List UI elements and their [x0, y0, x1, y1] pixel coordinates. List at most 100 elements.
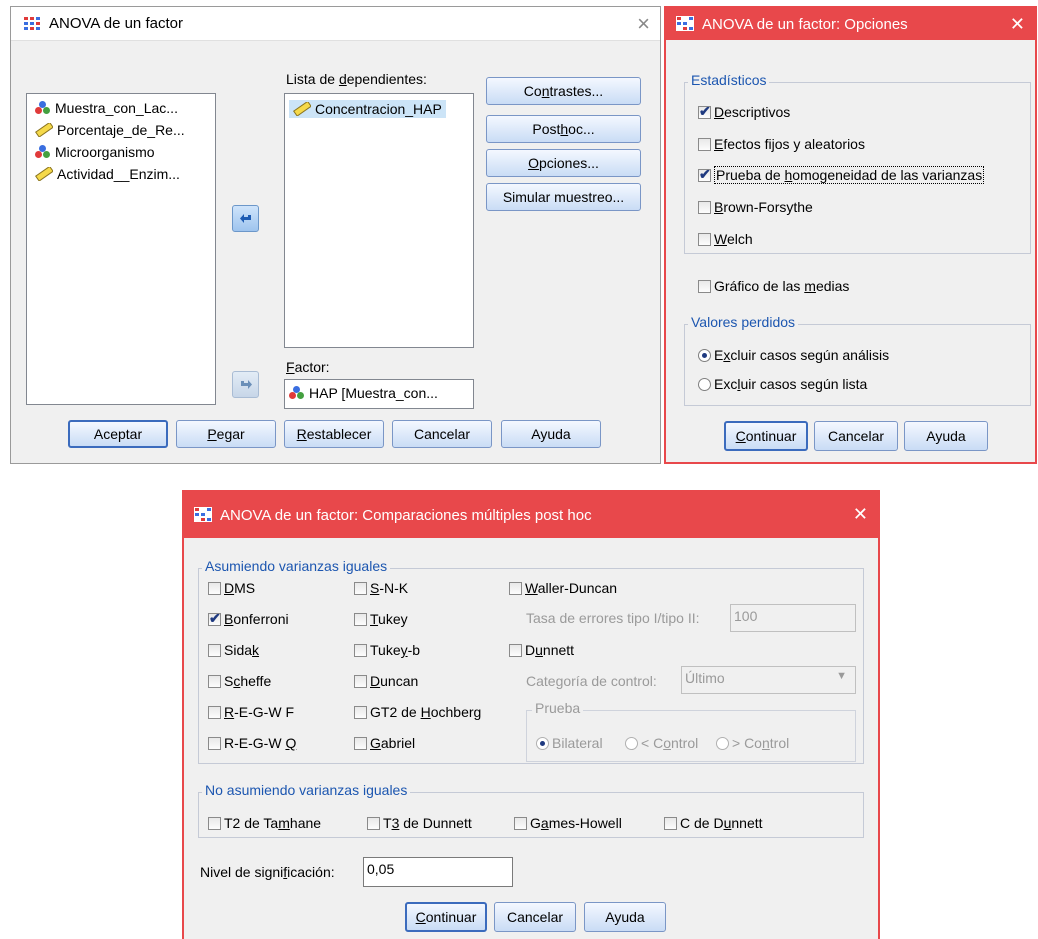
- less-control-radio[interactable]: [625, 737, 638, 750]
- scheffe-label: Scheffe: [224, 673, 272, 689]
- means-plot-checkbox[interactable]: [698, 280, 711, 293]
- spss-app-icon: [194, 507, 212, 523]
- scheffe-checkbox[interactable]: [208, 675, 221, 688]
- variable-item[interactable]: Porcentaje_de_Re...: [35, 122, 185, 138]
- greater-control-label: > Control: [732, 735, 790, 751]
- descriptives-label: Descriptivos: [714, 104, 791, 120]
- tamhane-checkbox[interactable]: [208, 817, 221, 830]
- dependent-label: Concentracion_HAP: [315, 101, 442, 117]
- c-dunnett-label: C de Dunnett: [680, 815, 763, 831]
- dms-checkbox[interactable]: [208, 582, 221, 595]
- dependents-label: Lista de dependientes:: [286, 71, 427, 87]
- exclude-analysis-label: Excluir casos según análisis: [714, 347, 890, 363]
- regwq-label: R-E-G-W Q: [224, 735, 297, 751]
- dunnett-checkbox[interactable]: [509, 644, 522, 657]
- waller-duncan-label: Waller-Duncan: [525, 580, 618, 596]
- close-icon[interactable]: ×: [637, 11, 650, 37]
- missing-values-title: Valores perdidos: [688, 314, 799, 330]
- nominal-icon: [35, 145, 51, 159]
- spss-app-icon: [676, 16, 694, 32]
- variable-label: Microorganismo: [55, 144, 155, 160]
- help-button[interactable]: Ayuda: [584, 902, 666, 932]
- cancel-button[interactable]: Cancelar: [392, 420, 492, 448]
- help-button[interactable]: Ayuda: [904, 421, 988, 451]
- snk-label: S-N-K: [370, 580, 409, 596]
- fixed-random-checkbox[interactable]: [698, 138, 711, 151]
- t3-dunnett-checkbox[interactable]: [367, 817, 380, 830]
- scale-ruler-icon: [35, 123, 53, 137]
- options-titlebar: ANOVA de un factor: Opciones ✕: [666, 8, 1035, 40]
- significance-label: Nivel de significación:: [200, 864, 335, 880]
- variable-item[interactable]: Muestra_con_Lac...: [35, 100, 178, 116]
- waller-duncan-checkbox[interactable]: [509, 582, 522, 595]
- cancel-button[interactable]: Cancelar: [814, 421, 898, 451]
- factor-value: HAP [Muestra_con...: [309, 385, 438, 401]
- reset-button[interactable]: Restablecer: [284, 420, 384, 448]
- close-icon[interactable]: ✕: [853, 504, 868, 525]
- statistics-group-title: Estadísticos: [688, 72, 770, 88]
- move-to-factor-button[interactable]: [232, 371, 259, 398]
- options-dialog: ANOVA de un factor: Opciones ✕ Estadísti…: [664, 6, 1037, 464]
- games-howell-checkbox[interactable]: [514, 817, 527, 830]
- exclude-listwise-label: Excluir casos según lista: [714, 376, 868, 392]
- post-hoc-button[interactable]: Post h oc...: [486, 115, 641, 143]
- cancel-button[interactable]: Cancelar: [494, 902, 576, 932]
- dependents-list[interactable]: Concentracion_HAP: [284, 93, 474, 348]
- tukey-checkbox[interactable]: [354, 613, 367, 626]
- bootstrap-button[interactable]: Simular muestreo...: [486, 183, 641, 211]
- nominal-icon: [35, 101, 51, 115]
- two-sided-label: Bilateral: [552, 735, 603, 751]
- exclude-analysis-radio[interactable]: [698, 349, 711, 362]
- options-title: ANOVA de un factor: Opciones: [702, 15, 908, 33]
- exclude-listwise-radio[interactable]: [698, 378, 711, 391]
- anova-title: ANOVA de un factor: [49, 15, 183, 32]
- descriptives-checkbox[interactable]: ✔: [698, 103, 711, 119]
- contrasts-button[interactable]: Co n trastes...: [486, 77, 641, 105]
- hochberg-label: GT2 de Hochberg: [370, 704, 482, 720]
- gabriel-checkbox[interactable]: [354, 737, 367, 750]
- sidak-checkbox[interactable]: [208, 644, 221, 657]
- factor-field[interactable]: HAP [Muestra_con...: [284, 379, 474, 409]
- c-dunnett-checkbox[interactable]: [664, 817, 677, 830]
- snk-checkbox[interactable]: [354, 582, 367, 595]
- error-ratio-input[interactable]: 100: [730, 604, 856, 632]
- factor-item[interactable]: HAP [Muestra_con...: [289, 385, 438, 401]
- brown-forsythe-checkbox[interactable]: [698, 201, 711, 214]
- factor-label: Factor:: [286, 359, 330, 375]
- means-plot-label: Gráfico de las medias: [714, 278, 850, 294]
- control-category-select[interactable]: Último ▼: [681, 666, 856, 694]
- hochberg-checkbox[interactable]: [354, 706, 367, 719]
- dependent-item[interactable]: Concentracion_HAP: [289, 100, 446, 118]
- bonferroni-checkbox[interactable]: ✔: [208, 610, 221, 626]
- variable-item[interactable]: Actividad__Enzim...: [35, 166, 180, 182]
- scale-ruler-icon: [293, 102, 311, 116]
- duncan-label: Duncan: [370, 673, 419, 689]
- source-variable-list[interactable]: Muestra_con_Lac... Porcentaje_de_Re... M…: [26, 93, 216, 405]
- t3-dunnett-label: T3 de Dunnett: [383, 815, 472, 831]
- unequal-variances-title: No asumiendo varianzas iguales: [202, 782, 411, 798]
- tukey-b-checkbox[interactable]: [354, 644, 367, 657]
- regwq-checkbox[interactable]: [208, 737, 221, 750]
- post-hoc-title: ANOVA de un factor: Comparaciones múltip…: [220, 506, 592, 524]
- regwf-checkbox[interactable]: [208, 706, 221, 719]
- paste-button[interactable]: Pegar: [176, 420, 276, 448]
- options-button[interactable]: Opciones...: [486, 149, 641, 177]
- continue-button[interactable]: Continuar: [724, 421, 808, 451]
- variable-item[interactable]: Microorganismo: [35, 144, 155, 160]
- accept-button[interactable]: Aceptar: [68, 420, 168, 448]
- help-button[interactable]: Ayuda: [501, 420, 601, 448]
- duncan-checkbox[interactable]: [354, 675, 367, 688]
- homogeneity-checkbox[interactable]: ✔: [698, 166, 711, 182]
- welch-checkbox[interactable]: [698, 233, 711, 246]
- test-group-title: Prueba: [532, 700, 584, 716]
- continue-button[interactable]: Continuar: [405, 902, 487, 932]
- anova-dialog: ANOVA de un factor × Muestra_con_Lac... …: [10, 6, 661, 464]
- two-sided-radio[interactable]: [536, 737, 549, 750]
- variable-label: Muestra_con_Lac...: [55, 100, 178, 116]
- fixed-random-label: Efectos fijos y aleatorios: [714, 136, 865, 152]
- significance-input[interactable]: 0,05: [363, 857, 513, 887]
- close-icon[interactable]: ✕: [1010, 14, 1025, 35]
- greater-control-radio[interactable]: [716, 737, 729, 750]
- move-to-dependents-button[interactable]: [232, 205, 259, 232]
- chevron-down-icon: ▼: [836, 670, 847, 682]
